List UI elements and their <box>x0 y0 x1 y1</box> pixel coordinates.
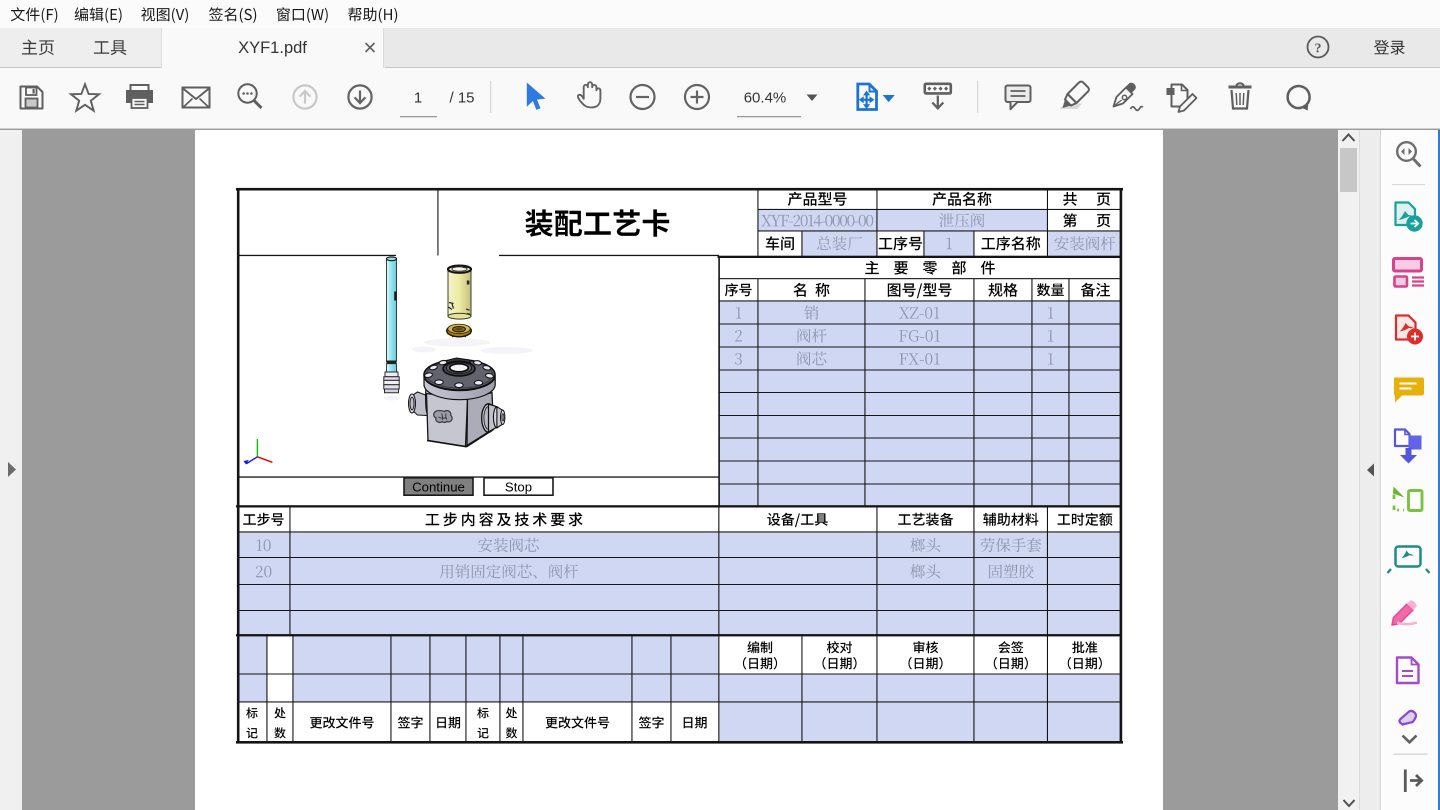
svg-text:60.4%: 60.4% <box>744 90 787 107</box>
svg-text:?: ? <box>1315 42 1322 57</box>
svg-text:XYF1.pdf: XYF1.pdf <box>238 39 307 57</box>
svg-text:1: 1 <box>414 90 422 107</box>
svg-text:/ 15: / 15 <box>449 90 474 107</box>
svg-text:Stop: Stop <box>505 480 532 495</box>
svg-text:Continue: Continue <box>412 480 465 495</box>
